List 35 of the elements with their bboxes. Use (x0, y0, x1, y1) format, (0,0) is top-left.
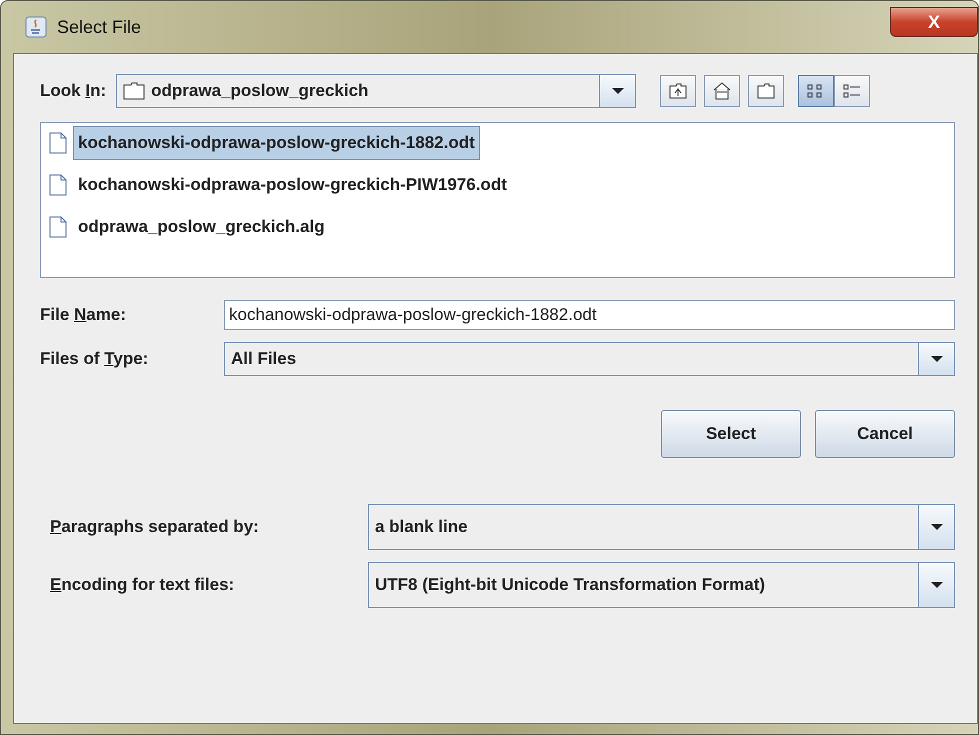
option-value: a blank line (375, 517, 469, 537)
up-button[interactable] (660, 75, 696, 107)
file-icon (49, 216, 67, 238)
file-item[interactable]: odprawa_poslow_greckich.alg (73, 210, 330, 244)
details-view-icon (843, 83, 862, 99)
file-item[interactable]: kochanowski-odprawa-poslow-greckich-PIW1976.odt (73, 168, 512, 202)
up-folder-icon (669, 83, 688, 99)
new-folder-button[interactable] (748, 75, 784, 107)
option-dropdown[interactable]: a blank line (368, 504, 955, 550)
close-button[interactable]: X (890, 7, 978, 37)
app-icon (25, 16, 47, 38)
file-item[interactable]: kochanowski-odprawa-poslow-greckich-1882.odt (73, 126, 480, 160)
option-value: UTF8 (Eight-bit Unicode Transformation Format) (375, 575, 766, 595)
folder-icon (757, 83, 776, 99)
cancel-button[interactable]: Cancel (815, 410, 955, 458)
list-button[interactable] (798, 75, 834, 107)
option-dropdown[interactable]: UTF8 (Eight-bit Unicode Transformation Format) (368, 562, 955, 608)
look-in-dropdown[interactable]: odprawa_poslow_greckich (116, 74, 636, 108)
file-name-field[interactable]: kochanowski-odprawa-poslow-greckich-1882.odt (224, 300, 955, 330)
select-button[interactable]: Select (661, 410, 801, 458)
file-type-value: All Files (231, 349, 298, 369)
folder-icon (123, 82, 146, 100)
file-type-label: Files of Type: (40, 349, 150, 369)
option-label: Paragraphs separated by: (49, 517, 260, 537)
look-in-value: odprawa_poslow_greckich (151, 81, 370, 101)
home-button[interactable] (704, 75, 740, 107)
window-title: Select File (57, 16, 142, 38)
file-icon (49, 132, 67, 154)
file-icon (49, 174, 67, 196)
file-type-dropdown[interactable]: All Files (224, 342, 955, 376)
option-label: Encoding for text files: (49, 575, 236, 595)
look-in-label: Look In: (40, 81, 106, 101)
file-name-label: File Name: (40, 305, 127, 325)
home-icon (713, 82, 732, 100)
details-button[interactable] (834, 75, 870, 107)
